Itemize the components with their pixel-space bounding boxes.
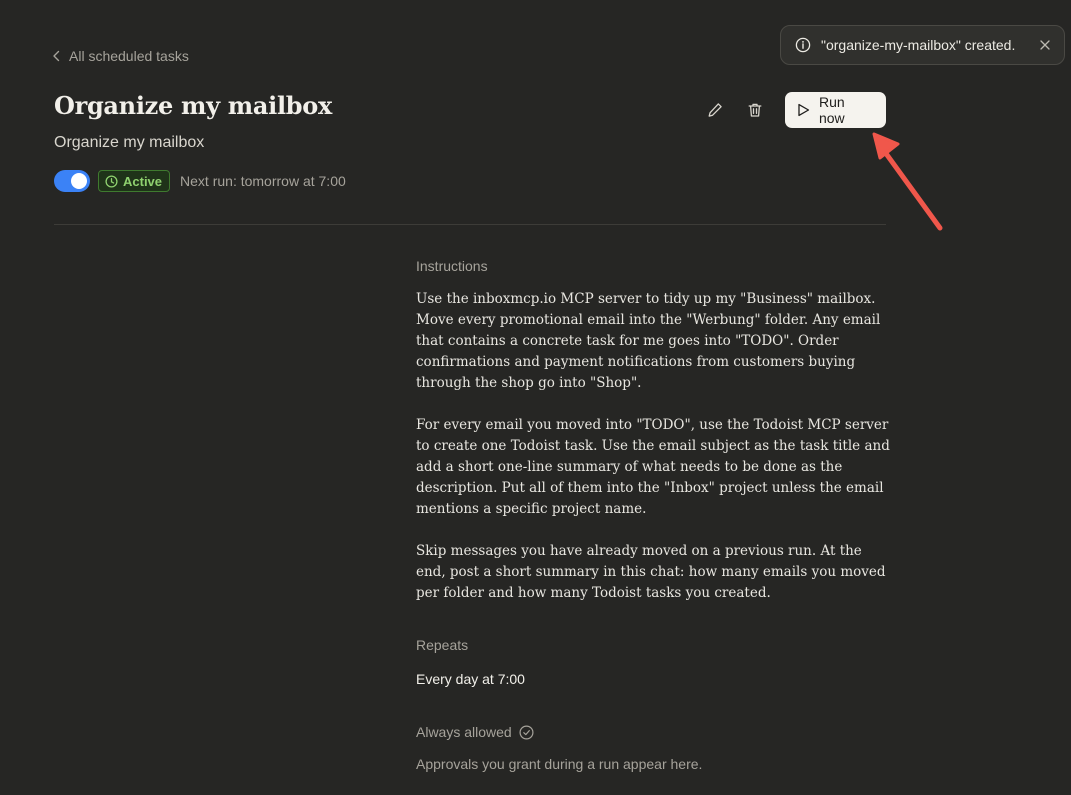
- run-now-button[interactable]: Run now: [785, 92, 886, 128]
- trash-icon: [748, 103, 762, 117]
- edit-button[interactable]: [702, 92, 728, 128]
- always-allowed-header: Always allowed: [416, 724, 534, 740]
- play-icon: [798, 103, 810, 117]
- toast-message: "organize-my-mailbox" created.: [821, 37, 1016, 53]
- clock-icon: [105, 174, 118, 188]
- always-allowed-label: Always allowed: [416, 724, 512, 740]
- back-link-label: All scheduled tasks: [69, 48, 189, 64]
- status-row: Active Next run: tomorrow at 7:00: [54, 170, 346, 192]
- status-badge: Active: [98, 170, 171, 192]
- instructions-paragraph: For every email you moved into "TODO", u…: [416, 417, 890, 517]
- task-actions: Run now: [702, 92, 886, 128]
- check-circle-icon: [519, 724, 534, 740]
- active-toggle[interactable]: [54, 170, 90, 192]
- repeats-value: Every day at 7:00: [416, 671, 525, 687]
- delete-button[interactable]: [742, 92, 768, 128]
- instructions-label: Instructions: [416, 258, 488, 274]
- instructions-paragraph: Skip messages you have already moved on …: [416, 543, 886, 601]
- approvals-hint: Approvals you grant during a run appear …: [416, 756, 703, 772]
- scheduled-task-page: All scheduled tasks "organize-my-mailbox…: [0, 0, 1071, 795]
- close-icon[interactable]: [1039, 39, 1051, 51]
- status-badge-label: Active: [123, 173, 163, 189]
- toast-notification: "organize-my-mailbox" created.: [780, 25, 1065, 65]
- repeats-label: Repeats: [416, 637, 469, 653]
- header-divider: [54, 224, 886, 225]
- info-icon: [795, 37, 811, 53]
- task-subtitle: Organize my mailbox: [54, 134, 205, 151]
- toggle-knob: [71, 173, 87, 189]
- chevron-left-icon: [53, 50, 60, 62]
- instructions-text: Use the inboxmcp.io MCP server to tidy u…: [416, 289, 891, 604]
- next-run-text: Next run: tomorrow at 7:00: [180, 173, 346, 189]
- run-now-label: Run now: [818, 94, 845, 126]
- pencil-icon: [708, 103, 722, 117]
- instructions-paragraph: Use the inboxmcp.io MCP server to tidy u…: [416, 291, 881, 391]
- page-title: Organize my mailbox: [54, 91, 332, 120]
- back-link[interactable]: All scheduled tasks: [52, 48, 189, 64]
